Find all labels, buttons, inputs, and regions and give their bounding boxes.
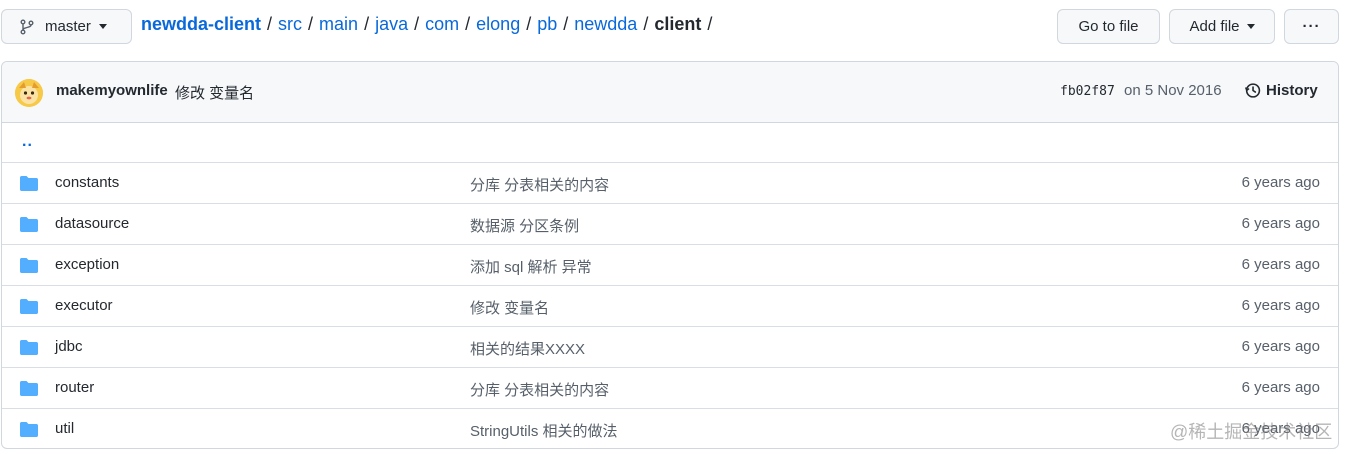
folder-icon bbox=[20, 217, 38, 232]
history-label: History bbox=[1266, 82, 1318, 99]
breadcrumb-link[interactable]: elong bbox=[476, 14, 520, 35]
add-file-label: Add file bbox=[1189, 18, 1240, 35]
file-name-link[interactable]: util bbox=[55, 420, 74, 437]
branch-label: master bbox=[45, 18, 91, 35]
breadcrumb-separator: / bbox=[267, 14, 273, 34]
breadcrumb-separator: / bbox=[526, 14, 532, 34]
parent-directory-row[interactable]: .. bbox=[2, 123, 1338, 163]
commit-author-link[interactable]: makemyownlife bbox=[56, 82, 168, 99]
file-commit-age: 6 years ago bbox=[1241, 256, 1320, 273]
breadcrumb-current: client bbox=[654, 14, 702, 34]
breadcrumb-link[interactable]: src bbox=[278, 14, 302, 35]
chevron-down-icon bbox=[98, 24, 107, 29]
history-link[interactable]: History bbox=[1244, 82, 1318, 99]
file-commit-message-link[interactable]: 修改 变量名 bbox=[470, 297, 549, 318]
folder-icon bbox=[20, 258, 38, 273]
table-row[interactable]: datasource 数据源 分区条例 6 years ago bbox=[2, 204, 1338, 245]
breadcrumb: newdda-client / src / main / java / com … bbox=[141, 14, 718, 35]
table-row[interactable]: jdbc 相关的结果XXXX 6 years ago bbox=[2, 327, 1338, 368]
breadcrumb-repo-link[interactable]: newdda-client bbox=[141, 14, 261, 35]
file-commit-age: 6 years ago bbox=[1241, 215, 1320, 232]
history-clock-icon bbox=[1244, 83, 1261, 98]
file-commit-message-link[interactable]: 相关的结果XXXX bbox=[470, 338, 585, 359]
file-navigation: master newdda-client / src / main / java… bbox=[0, 0, 1347, 52]
file-commit-message-link[interactable]: 添加 sql 解析 异常 bbox=[470, 256, 592, 277]
table-row[interactable]: exception 添加 sql 解析 异常 6 years ago bbox=[2, 245, 1338, 286]
file-list: makemyownlife 修改 变量名 fb02f87 on 5 Nov 20… bbox=[1, 61, 1339, 449]
file-name-link[interactable]: router bbox=[55, 379, 94, 396]
file-name-link[interactable]: exception bbox=[55, 256, 119, 273]
file-commit-message-link[interactable]: 分库 分表相关的内容 bbox=[470, 379, 609, 400]
file-commit-age: 6 years ago bbox=[1241, 338, 1320, 355]
table-row[interactable]: util StringUtils 相关的做法 6 years ago bbox=[2, 409, 1338, 448]
git-branch-icon bbox=[20, 19, 34, 34]
table-row[interactable]: router 分库 分表相关的内容 6 years ago bbox=[2, 368, 1338, 409]
file-commit-message-link[interactable]: 分库 分表相关的内容 bbox=[470, 174, 609, 195]
file-name-link[interactable]: constants bbox=[55, 174, 119, 191]
file-commit-age: 6 years ago bbox=[1241, 297, 1320, 314]
table-row[interactable]: executor 修改 变量名 6 years ago bbox=[2, 286, 1338, 327]
commit-sha-link[interactable]: fb02f87 bbox=[1060, 84, 1115, 99]
file-commit-age: 6 years ago bbox=[1241, 379, 1320, 396]
breadcrumb-separator: / bbox=[414, 14, 420, 34]
table-row[interactable]: constants 分库 分表相关的内容 6 years ago bbox=[2, 163, 1338, 204]
file-name-link[interactable]: jdbc bbox=[55, 338, 83, 355]
parent-directory-link[interactable]: .. bbox=[22, 133, 33, 151]
breadcrumb-separator: / bbox=[707, 14, 713, 34]
file-commit-age: 6 years ago bbox=[1241, 174, 1320, 191]
file-name-link[interactable]: executor bbox=[55, 297, 113, 314]
branch-select-button[interactable]: master bbox=[1, 9, 132, 44]
commit-date: on 5 Nov 2016 bbox=[1124, 82, 1222, 99]
breadcrumb-link[interactable]: main bbox=[319, 14, 358, 35]
chevron-down-icon bbox=[1246, 24, 1255, 29]
file-commit-message-link[interactable]: 数据源 分区条例 bbox=[470, 215, 579, 236]
go-to-file-button[interactable]: Go to file bbox=[1057, 9, 1160, 44]
more-options-button[interactable]: ··· bbox=[1284, 9, 1339, 44]
latest-commit-bar: makemyownlife 修改 变量名 fb02f87 on 5 Nov 20… bbox=[2, 62, 1338, 123]
folder-icon bbox=[20, 176, 38, 191]
breadcrumb-separator: / bbox=[643, 14, 649, 34]
breadcrumb-link[interactable]: pb bbox=[537, 14, 557, 35]
commit-message-link[interactable]: 修改 变量名 bbox=[175, 82, 254, 103]
breadcrumb-separator: / bbox=[308, 14, 314, 34]
folder-icon bbox=[20, 299, 38, 314]
file-name-link[interactable]: datasource bbox=[55, 215, 129, 232]
breadcrumb-link[interactable]: newdda bbox=[574, 14, 637, 35]
add-file-button[interactable]: Add file bbox=[1169, 9, 1275, 44]
breadcrumb-separator: / bbox=[563, 14, 569, 34]
watermark-text: @稀土掘金技术社区 bbox=[1170, 422, 1333, 442]
file-commit-message-link[interactable]: StringUtils 相关的做法 bbox=[470, 420, 618, 441]
folder-icon bbox=[20, 340, 38, 355]
avatar-image-icon bbox=[15, 79, 43, 107]
breadcrumb-separator: / bbox=[465, 14, 471, 34]
avatar[interactable] bbox=[15, 79, 43, 107]
folder-icon bbox=[20, 381, 38, 396]
folder-icon bbox=[20, 422, 38, 437]
breadcrumb-link[interactable]: com bbox=[425, 14, 459, 35]
breadcrumb-separator: / bbox=[364, 14, 370, 34]
breadcrumb-link[interactable]: java bbox=[375, 14, 408, 35]
